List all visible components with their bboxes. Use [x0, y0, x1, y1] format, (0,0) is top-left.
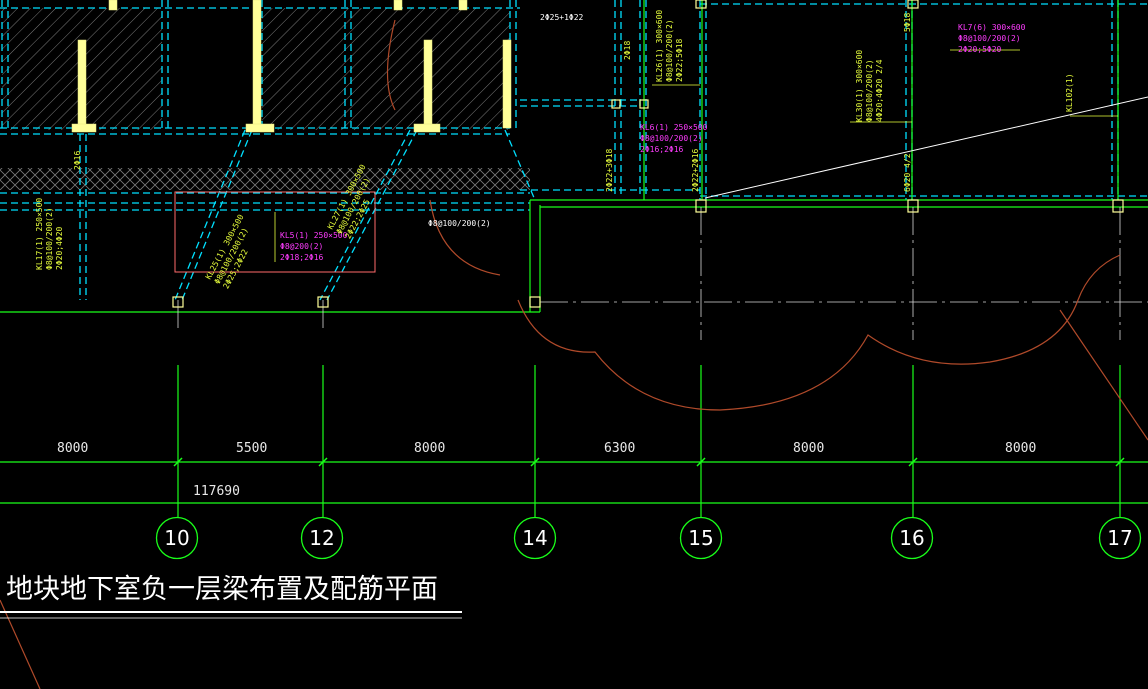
- svg-text:Φ8@100/200(2): Φ8@100/200(2): [865, 59, 874, 122]
- axis-bubble[interactable]: 12: [300, 516, 344, 560]
- dimension-label: 8000: [414, 441, 445, 456]
- svg-text:Φ8@100/200(2): Φ8@100/200(2): [958, 34, 1021, 43]
- svg-text:Φ8@100/200(2): Φ8@100/200(2): [665, 19, 674, 82]
- svg-text:KL102(1): KL102(1): [1065, 73, 1074, 112]
- axis-bubble[interactable]: 14: [513, 516, 557, 560]
- svg-text:2Φ20;4Φ20: 2Φ20;4Φ20: [55, 226, 64, 270]
- svg-text:5Φ18: 5Φ18: [903, 13, 912, 32]
- svg-text:KL7(6) 300×600: KL7(6) 300×600: [958, 23, 1026, 32]
- svg-text:Φ8@100/200(2): Φ8@100/200(2): [45, 207, 54, 270]
- beam-annotation-kl102: KL102(1): [1065, 73, 1074, 112]
- svg-text:2Φ18;2Φ16: 2Φ18;2Φ16: [280, 253, 324, 262]
- axis-bubble[interactable]: 15: [679, 516, 723, 560]
- svg-text:2Φ16: 2Φ16: [73, 151, 82, 170]
- svg-text:15: 15: [688, 526, 713, 550]
- svg-text:16: 16: [899, 526, 924, 550]
- axis-centerlines: [177, 207, 1148, 340]
- stirrup-note: Φ8@100/200(2): [428, 219, 491, 228]
- svg-text:2Φ22+3Φ18: 2Φ22+3Φ18: [605, 148, 614, 192]
- svg-text:KL17(1) 250×500: KL17(1) 250×500: [35, 198, 44, 270]
- top-reinforcement-note: 2Φ25+1Φ22: [540, 13, 584, 22]
- svg-text:Φ8@100/200(2): Φ8@100/200(2): [640, 134, 703, 143]
- svg-text:12: 12: [309, 526, 334, 550]
- grid-lines: [0, 0, 1148, 517]
- beam-annotation-kl5: KL5(1) 250×500 Φ8@200(2) 2Φ18;2Φ16: [280, 231, 348, 262]
- axis-bubble[interactable]: 17: [1098, 516, 1142, 560]
- beam-annotation-kl26: KL26(1) 300×600 Φ8@100/200(2) 2Φ22;5Φ18: [655, 10, 684, 82]
- dimension-label: 5500: [236, 441, 267, 456]
- svg-text:2Φ16;2Φ16: 2Φ16;2Φ16: [640, 145, 684, 154]
- dimension-label: 8000: [57, 441, 88, 456]
- svg-text:KL6(1) 250×500: KL6(1) 250×500: [640, 123, 708, 132]
- dimension-labels: 8000 5500 8000 6300 8000 8000: [57, 441, 1036, 456]
- svg-text:14: 14: [522, 526, 547, 550]
- dimension-label: 8000: [793, 441, 824, 456]
- svg-text:2Φ22;5Φ18: 2Φ22;5Φ18: [675, 38, 684, 82]
- beam-annotation-kl7: KL7(6) 300×600 Φ8@100/200(2) 2Φ20;5Φ20: [958, 23, 1026, 54]
- beam-annotation-kl17: KL17(1) 250×500 Φ8@100/200(2) 2Φ20;4Φ20: [35, 198, 64, 270]
- svg-text:KL26(1) 300×600: KL26(1) 300×600: [655, 10, 664, 82]
- svg-text:10: 10: [164, 526, 189, 550]
- beam-annotation-kl30: KL30(1) 300×600 Φ8@100/200(2) 4Φ20;4Φ20 …: [855, 50, 884, 122]
- drawing-title: 地块地下室负一层梁布置及配筋平面: [6, 574, 438, 605]
- svg-text:2Φ20;5Φ20: 2Φ20;5Φ20: [958, 45, 1002, 54]
- svg-text:6Φ20 4/2: 6Φ20 4/2: [903, 153, 912, 192]
- svg-text:17: 17: [1107, 526, 1132, 550]
- cad-canvas[interactable]: KL5(1) 250×500 Φ8@200(2) 2Φ18;2Φ16 KL25(…: [0, 0, 1148, 689]
- sloped-reference-line: [704, 96, 1148, 199]
- svg-text:2Φ18: 2Φ18: [623, 41, 632, 60]
- axis-bubble[interactable]: 10: [155, 516, 199, 560]
- dimension-label: 8000: [1005, 441, 1036, 456]
- svg-text:2Φ22+2Φ16: 2Φ22+2Φ16: [691, 148, 700, 192]
- total-dimension: 117690: [193, 484, 240, 499]
- svg-text:KL30(1) 300×600: KL30(1) 300×600: [855, 50, 864, 122]
- svg-text:Φ8@200(2): Φ8@200(2): [280, 242, 323, 251]
- axis-bubble[interactable]: 16: [890, 516, 934, 560]
- svg-text:4Φ20;4Φ20 2/4: 4Φ20;4Φ20 2/4: [875, 59, 884, 122]
- dimension-label: 6300: [604, 441, 635, 456]
